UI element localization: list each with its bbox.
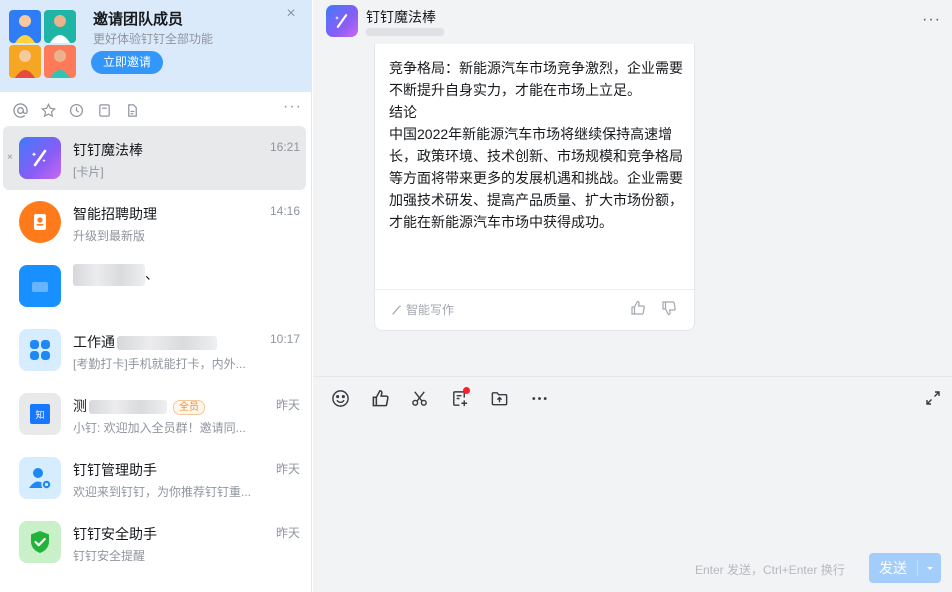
note-add-icon[interactable] [448, 387, 470, 409]
team-illustration [9, 10, 76, 78]
chat-name: 钉钉管理助手 [73, 462, 157, 478]
clock-icon[interactable] [67, 101, 85, 119]
invite-now-button[interactable]: 立即邀请 [91, 51, 163, 74]
composer-divider [313, 376, 952, 377]
member-badge: 全员 [173, 399, 205, 415]
group-avatar [19, 265, 61, 307]
chat-name: 工作通 [73, 332, 217, 352]
card-body: 竞争格局：新能源汽车市场竞争激烈，企业需要不断提升自身实力，才能在市场上立足。 … [389, 57, 685, 233]
close-icon[interactable]: × [7, 152, 13, 163]
chat-item-redacted[interactable]: 、 [3, 254, 306, 318]
chat-item-admin-assistant[interactable]: 钉钉管理助手 欢迎来到钉钉，为你推荐钉钉重... 昨天 [3, 446, 306, 510]
chat-time: 14:16 [269, 204, 300, 218]
ai-writing-card: 竞争格局：新能源汽车市场竞争激烈，企业需要不断提升自身实力，才能在市场上立足。 … [374, 44, 695, 331]
chat-name: 智能招聘助理 [73, 206, 157, 222]
chat-item-all-members[interactable]: 知 测全员 小钉: 欢迎加入全员群！邀请同... 昨天 [3, 382, 306, 446]
chat-time: 16:21 [269, 140, 300, 154]
invite-title: 邀请团队成员 [93, 11, 184, 28]
invite-subtitle: 更好体验钉钉全部功能 [93, 32, 214, 46]
send-hint: Enter 发送，Ctrl+Enter 换行 [695, 563, 845, 577]
emoji-icon[interactable] [329, 387, 351, 409]
card-paragraph: 中国2022年新能源汽车市场将继续保持高速增长，政策环境、技术创新、市场规模和竞… [389, 126, 683, 230]
chat-preview: 小钉: 欢迎加入全员群！邀请同... [73, 421, 246, 435]
security-avatar [19, 521, 61, 563]
chat-preview: [考勤打卡]手机就能打卡，内外... [73, 357, 246, 371]
filter-bar: ··· [0, 98, 311, 124]
chat-preview: 升级到最新版 [73, 229, 146, 243]
thumbs-down-icon[interactable] [661, 300, 677, 316]
chat-time: 昨天 [275, 398, 300, 412]
invite-banner: 邀请团队成员 更好体验钉钉全部功能 立即邀请 × [0, 0, 311, 92]
org-avatar: 知 [19, 393, 61, 435]
send-label: 发送 [879, 560, 907, 576]
chat-item-security-assistant[interactable]: 钉钉安全助手 钉钉安全提醒 昨天 [3, 510, 306, 574]
composer-toolbar [313, 384, 952, 412]
recruit-avatar [19, 201, 61, 243]
magic-wand-icon[interactable] [326, 5, 358, 37]
more-icon[interactable] [528, 387, 550, 409]
chat-subtitle-redacted [366, 28, 444, 36]
notification-dot [463, 387, 470, 394]
chat-title[interactable]: 钉钉魔法棒 [366, 7, 436, 27]
card-paragraph: 竞争格局：新能源汽车市场竞争激烈，企业需要不断提升自身实力，才能在市场上立足。 [389, 60, 683, 98]
svg-text:知: 知 [35, 409, 44, 421]
star-icon[interactable] [39, 101, 57, 119]
admin-avatar [19, 457, 61, 499]
chat-preview: [卡片] [73, 165, 104, 179]
card-footer: 智能写作 [391, 301, 454, 318]
chat-time: 昨天 [275, 526, 300, 540]
message-input[interactable] [313, 414, 952, 550]
chat-header: 钉钉魔法棒 ··· [313, 0, 952, 44]
magic-wand-avatar [19, 137, 61, 179]
conversation-sidebar: 邀请团队成员 更好体验钉钉全部功能 立即邀请 × ··· × 钉钉魔法棒 [卡片… [0, 0, 312, 592]
expand-icon[interactable] [922, 387, 944, 409]
thumbs-up-icon[interactable] [369, 387, 391, 409]
chat-name: 钉钉安全助手 [73, 526, 157, 542]
wand-small-icon [392, 304, 402, 315]
at-icon[interactable] [11, 101, 29, 119]
chat-item-work-notice[interactable]: 工作通 [考勤打卡]手机就能打卡，内外... 10:17 [3, 318, 306, 382]
thumbs-up-icon[interactable] [630, 300, 646, 316]
close-icon[interactable]: × [283, 6, 299, 22]
send-options-chevron-icon[interactable] [918, 553, 941, 583]
note-icon[interactable] [95, 101, 113, 119]
chat-preview: 欢迎来到钉钉，为你推荐钉钉重... [73, 485, 252, 499]
chat-name: 、 [73, 264, 159, 287]
chat-time: 昨天 [275, 462, 300, 476]
send-button[interactable]: 发送 [869, 553, 941, 583]
chat-time: 10:17 [269, 332, 300, 346]
ai-writing-label: 智能写作 [406, 303, 455, 317]
chat-window: 钉钉魔法棒 ··· 竞争格局：新能源汽车市场竞争激烈，企业需要不断提升自身实力，… [313, 0, 952, 592]
scissors-icon[interactable] [408, 387, 430, 409]
card-divider [375, 289, 694, 290]
chat-name: 测全员 [73, 396, 205, 416]
doc-icon[interactable] [123, 101, 141, 119]
upload-folder-icon[interactable] [488, 387, 510, 409]
message-area[interactable]: 竞争格局：新能源汽车市场竞争激烈，企业需要不断提升自身实力，才能在市场上立足。 … [313, 44, 952, 376]
more-icon[interactable]: ··· [922, 11, 941, 29]
chat-preview: 钉钉安全提醒 [73, 549, 146, 563]
chat-name: 钉钉魔法棒 [73, 142, 143, 158]
chat-item-recruit-assistant[interactable]: 智能招聘助理 升级到最新版 14:16 [3, 190, 306, 254]
more-icon[interactable]: ··· [283, 98, 302, 116]
card-heading: 结论 [389, 104, 417, 120]
work-notice-avatar [19, 329, 61, 371]
chat-item-magic-wand[interactable]: × 钉钉魔法棒 [卡片] 16:21 [3, 126, 306, 190]
